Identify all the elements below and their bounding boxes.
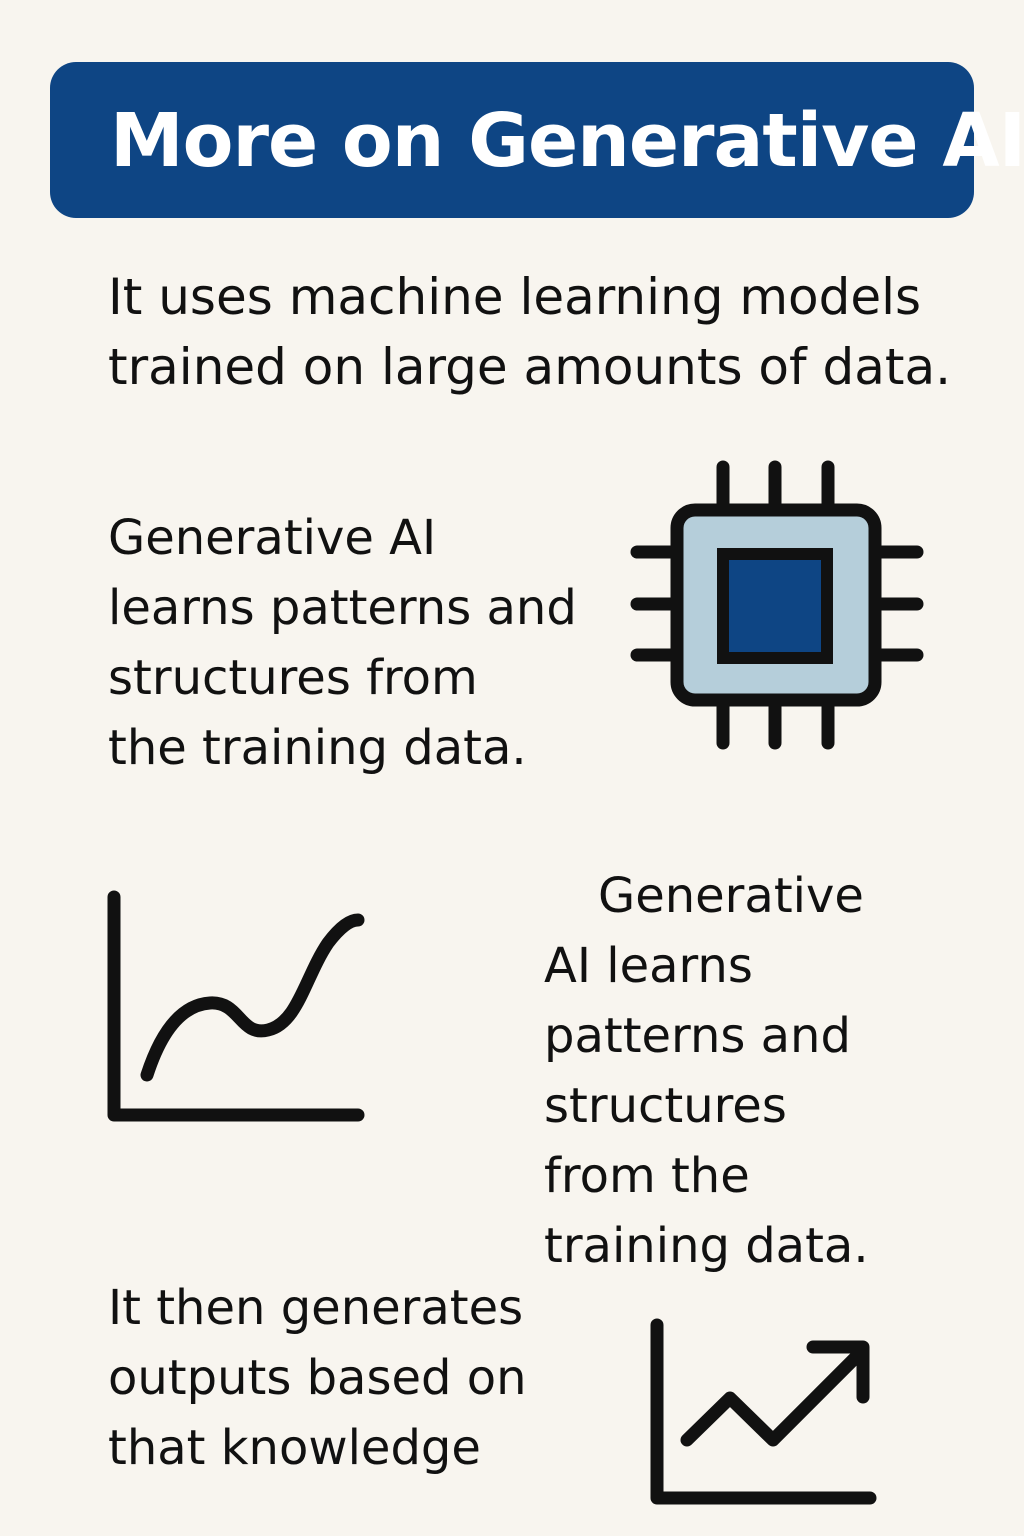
- trending-up-chart-icon: [650, 1318, 877, 1505]
- generates-line: that knowledge: [108, 1420, 481, 1476]
- generates-line: outputs based on: [108, 1350, 527, 1406]
- learns-line: Generative AI: [108, 510, 437, 566]
- learns-repeat-line: training data.: [544, 1218, 869, 1274]
- learns-repeat-line: structures: [544, 1078, 787, 1134]
- learns-line: learns patterns and: [108, 580, 577, 636]
- learns-line: the training data.: [108, 720, 527, 776]
- learns-repeat-line: from the: [544, 1148, 750, 1204]
- page-title: More on Generative AI: [110, 98, 1024, 184]
- learns-repeat-line: Generative: [598, 868, 864, 924]
- title-banner: More on Generative AI: [50, 62, 1024, 218]
- generates-line: It then generates: [108, 1280, 524, 1336]
- learns-repeat-line: patterns and: [544, 1008, 851, 1064]
- learns-repeat-line: AI learns: [544, 938, 753, 994]
- line-graph-icon: [107, 890, 365, 1122]
- microchip-icon: [630, 460, 924, 750]
- intro-line: It uses machine learning models: [108, 268, 922, 326]
- learns-line: structures from: [108, 650, 478, 706]
- intro-line: trained on large amounts of data.: [108, 338, 952, 396]
